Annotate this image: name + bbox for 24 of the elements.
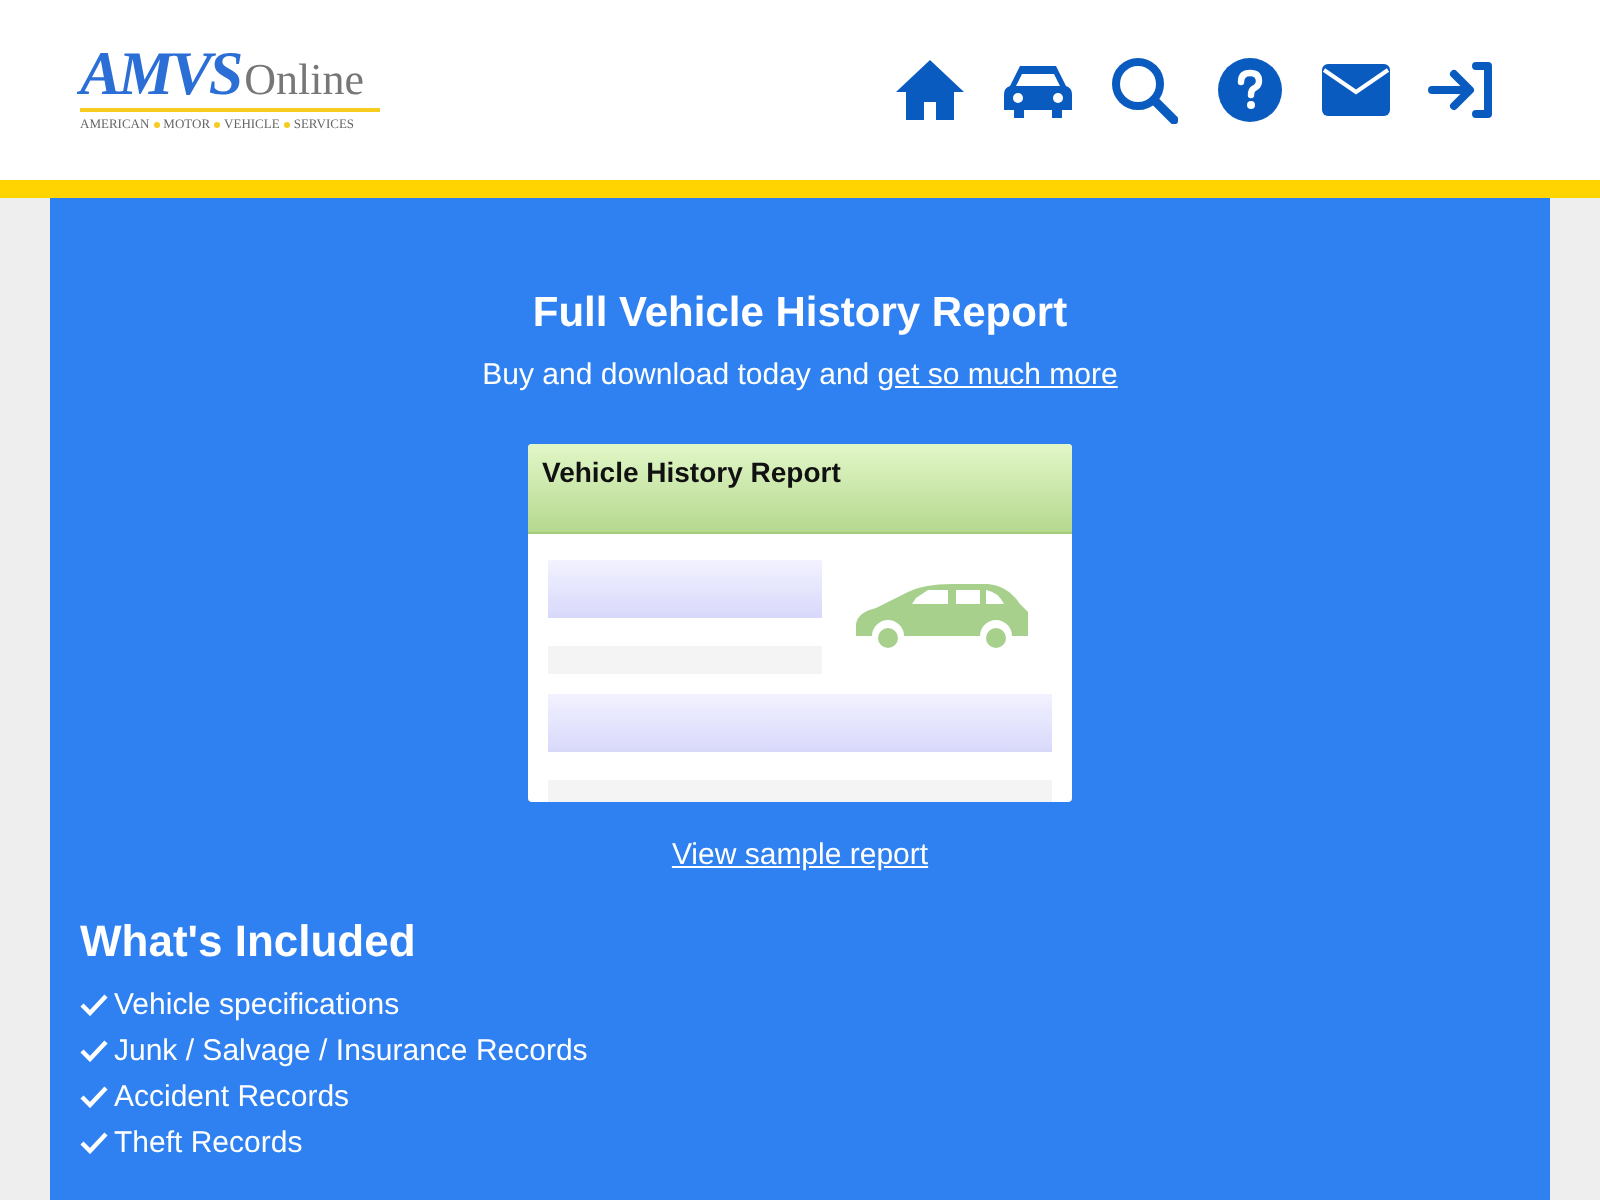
car-icon[interactable] (1004, 60, 1072, 120)
feature-item: Vehicle specifications (114, 988, 400, 1022)
separator-dot (214, 121, 221, 127)
separator-dot (283, 121, 290, 127)
report-preview[interactable]: Vehicle History Report (528, 444, 1072, 802)
feature-item: Theft Records (114, 1126, 303, 1160)
home-icon[interactable] (894, 58, 966, 122)
checkmark-icon (80, 1040, 108, 1062)
search-icon[interactable] (1110, 56, 1178, 124)
subtitle-text: Buy and download today and (482, 358, 870, 392)
help-icon[interactable] (1216, 56, 1284, 124)
checkmark-icon (80, 1086, 108, 1108)
separator-dot (153, 121, 160, 127)
sample-report-link[interactable]: View sample report (671, 838, 929, 872)
login-icon[interactable] (1428, 60, 1496, 120)
page-title: Full Vehicle History Report (532, 290, 1068, 338)
section-heading: What's Included (80, 916, 416, 968)
more-link[interactable]: get so much more (877, 358, 1118, 392)
checkmark-icon (80, 1132, 108, 1154)
preview-title: Vehicle History Report (528, 444, 1072, 534)
checkmark-icon (80, 994, 108, 1016)
feature-item: Junk / Salvage / Insurance Records (114, 1034, 588, 1068)
mail-icon[interactable] (1322, 64, 1390, 116)
feature-item: Accident Records (114, 1080, 350, 1114)
